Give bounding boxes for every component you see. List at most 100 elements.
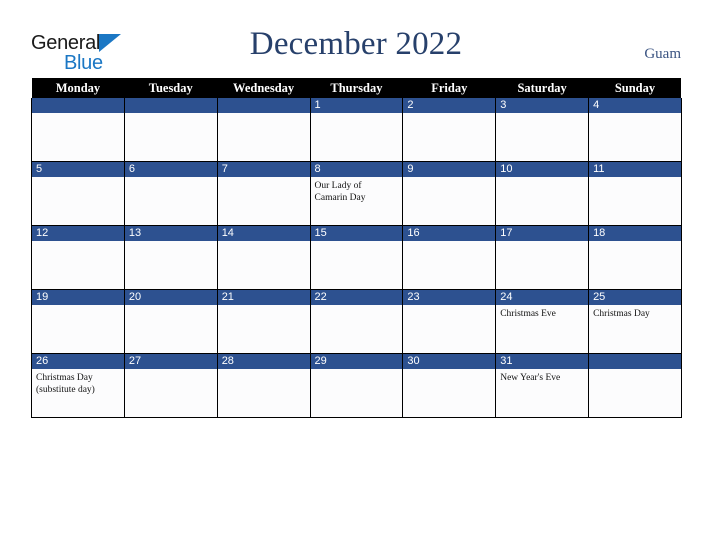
calendar-day-cell-27[interactable]: 27	[123, 353, 218, 418]
day-number: 18	[589, 226, 681, 241]
day-number: 6	[125, 162, 217, 177]
event-text: Christmas Day	[36, 373, 93, 383]
day-events: Christmas Eve	[497, 305, 588, 321]
calendar-day-cell-23[interactable]: 23	[402, 289, 497, 354]
calendar-day-cell-15[interactable]: 15	[309, 225, 404, 290]
event-text: Christmas Eve	[500, 309, 556, 319]
event-text: New Year's Eve	[500, 373, 561, 383]
weekday-header-friday: Friday	[402, 78, 496, 98]
calendar-body: 1 2 3 4 5 6 7 8 Our Lady of Camarin Day 9 10 11 12 13 1…	[31, 98, 682, 418]
calendar-day-cell-2[interactable]: 2	[402, 98, 497, 162]
calendar-day-cell-empty[interactable]	[31, 98, 125, 162]
calendar-day-cell-empty[interactable]	[216, 98, 311, 162]
calendar-day-cell-4[interactable]: 4	[588, 98, 682, 162]
weekday-header-thursday: Thursday	[310, 78, 403, 98]
calendar-day-cell-8[interactable]: 8 Our Lady of Camarin Day	[309, 161, 404, 226]
day-number: 11	[589, 162, 681, 177]
calendar-day-cell-12[interactable]: 12	[31, 225, 125, 290]
region-label: Guam	[644, 46, 681, 62]
day-number: 5	[32, 162, 124, 177]
day-number: 21	[218, 290, 310, 305]
calendar-day-cell-20[interactable]: 20	[123, 289, 218, 354]
calendar-day-cell-13[interactable]: 13	[123, 225, 218, 290]
day-number: 12	[32, 226, 124, 241]
day-number: 16	[403, 226, 495, 241]
calendar-day-cell-empty[interactable]	[123, 98, 218, 162]
day-number	[125, 98, 217, 113]
event-text: Our Lady of	[314, 181, 362, 191]
weekday-header-row: Monday Tuesday Wednesday Thursday Friday Satu…	[31, 78, 682, 98]
calendar-day-cell-9[interactable]: 9	[402, 161, 497, 226]
day-number: 8	[311, 162, 402, 177]
calendar-week-row: 12 13 14 15 16 17 18	[31, 225, 682, 290]
day-number: 7	[218, 162, 310, 177]
calendar-day-cell-10[interactable]: 10	[495, 161, 590, 226]
day-number: 15	[311, 226, 402, 241]
day-number: 19	[32, 290, 124, 305]
calendar-week-row: 5 6 7 8 Our Lady of Camarin Day 9 10 11	[31, 161, 682, 226]
calendar-day-cell-empty[interactable]	[588, 353, 682, 418]
calendar-day-cell-22[interactable]: 22	[309, 289, 404, 354]
page-header: General Blue December 2022 Guam	[0, 0, 712, 78]
calendar-day-cell-18[interactable]: 18	[588, 225, 682, 290]
calendar-week-row: 1234	[31, 98, 682, 162]
calendar-week-row: 19 20 21 22 23 24 Christmas Eve 25 Christmas Day	[31, 289, 682, 354]
calendar-grid: Monday Tuesday Wednesday Thursday Friday Satu…	[31, 78, 682, 418]
day-number: 27	[125, 354, 217, 369]
calendar-day-cell-30[interactable]: 30	[402, 353, 497, 418]
day-number: 24	[496, 290, 588, 305]
calendar-day-cell-21[interactable]: 21	[216, 289, 311, 354]
weekday-header-wednesday: Wednesday	[217, 78, 311, 98]
day-number: 14	[218, 226, 310, 241]
calendar-day-cell-7[interactable]: 7	[216, 161, 311, 226]
day-number: 20	[125, 290, 217, 305]
day-number: 4	[589, 98, 681, 113]
calendar-day-cell-19[interactable]: 19	[31, 289, 125, 354]
day-number: 13	[125, 226, 217, 241]
day-number	[32, 98, 124, 113]
event-text: Camarin Day	[314, 192, 366, 203]
day-number: 29	[311, 354, 402, 369]
calendar-day-cell-28[interactable]: 28	[216, 353, 311, 418]
day-number	[218, 98, 310, 113]
weekday-header-sunday: Sunday	[588, 78, 682, 98]
page-title: December 2022	[249, 26, 463, 62]
calendar-day-cell-24[interactable]: 24 Christmas Eve	[495, 289, 590, 354]
weekday-header-tuesday: Tuesday	[124, 78, 218, 98]
calendar-day-cell-6[interactable]: 6	[123, 161, 218, 226]
day-events: Our Lady of Camarin Day	[311, 177, 402, 204]
event-text: Christmas Day	[593, 309, 650, 319]
calendar-day-cell-11[interactable]: 11	[588, 161, 682, 226]
day-number	[589, 354, 681, 369]
day-number: 28	[218, 354, 310, 369]
day-events: New Year's Eve	[497, 369, 588, 385]
day-events: Christmas Day (substitute day)	[32, 369, 123, 396]
calendar-day-cell-31[interactable]: 31 New Year's Eve	[495, 353, 590, 418]
calendar-day-cell-3[interactable]: 3	[495, 98, 590, 162]
day-number: 30	[403, 354, 495, 369]
calendar-day-cell-16[interactable]: 16	[402, 225, 497, 290]
calendar-day-cell-5[interactable]: 5	[31, 161, 125, 226]
calendar-day-cell-26[interactable]: 26 Christmas Day (substitute day)	[31, 353, 125, 418]
day-number: 2	[403, 98, 495, 113]
weekday-header-saturday: Saturday	[495, 78, 589, 98]
day-number: 9	[403, 162, 495, 177]
calendar-day-cell-25[interactable]: 25 Christmas Day	[588, 289, 682, 354]
calendar-day-cell-1[interactable]: 1	[309, 98, 404, 162]
day-number: 25	[589, 290, 681, 305]
day-number: 17	[496, 226, 588, 241]
day-number: 3	[496, 98, 588, 113]
day-number: 22	[311, 290, 402, 305]
day-events: Christmas Day	[590, 305, 681, 321]
day-number: 1	[311, 98, 402, 113]
calendar-day-cell-17[interactable]: 17	[495, 225, 590, 290]
calendar-week-row: 26 Christmas Day (substitute day) 27 28 29 30 3…	[31, 353, 682, 418]
calendar-day-cell-29[interactable]: 29	[309, 353, 404, 418]
day-number: 26	[32, 354, 124, 369]
calendar-header-row: Monday Tuesday Wednesday Thursday Friday Satu…	[31, 78, 682, 98]
day-number: 23	[403, 290, 495, 305]
day-number: 10	[496, 162, 588, 177]
event-text: (substitute day)	[36, 384, 95, 395]
calendar-day-cell-14[interactable]: 14	[216, 225, 311, 290]
weekday-header-monday: Monday	[31, 78, 125, 98]
